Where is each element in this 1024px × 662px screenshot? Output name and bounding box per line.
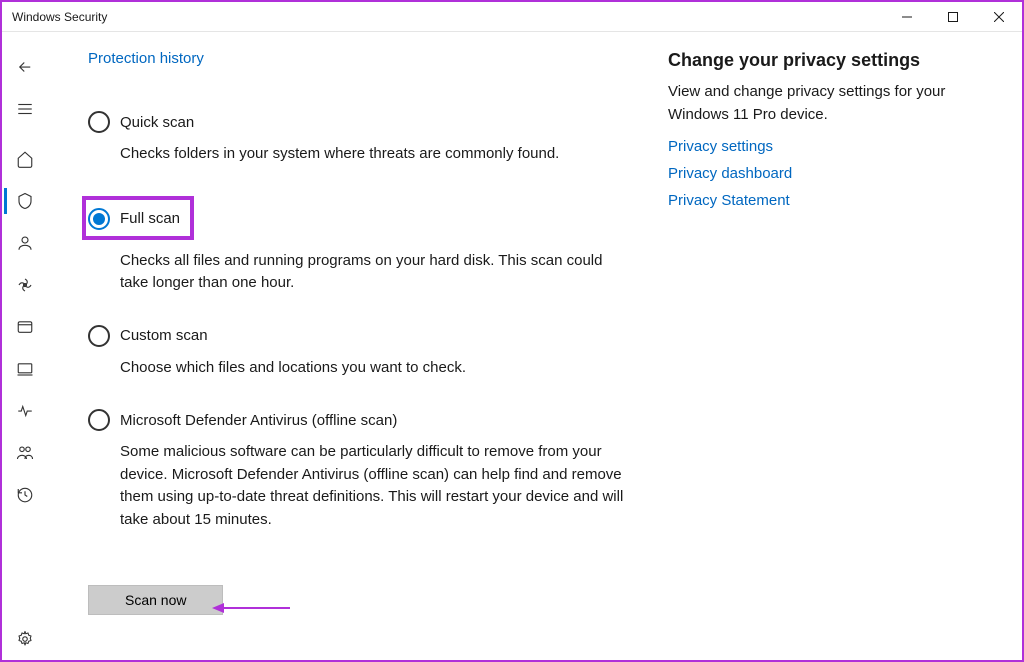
back-button[interactable] — [4, 46, 46, 88]
radio-description: Checks all files and running programs on… — [120, 250, 628, 295]
scan-option-full: Full scan Checks all files and running p… — [88, 196, 628, 295]
titlebar: Windows Security — [2, 2, 1022, 32]
device-security-icon[interactable] — [4, 348, 46, 390]
close-button[interactable] — [976, 3, 1022, 31]
protection-history-link[interactable]: Protection history — [88, 50, 204, 67]
radio-label: Quick scan — [120, 114, 194, 131]
privacy-heading: Change your privacy settings — [668, 50, 948, 71]
privacy-statement-link[interactable]: Privacy Statement — [668, 192, 948, 209]
account-protection-icon[interactable] — [4, 222, 46, 264]
radio-description: Choose which files and locations you wan… — [120, 357, 628, 380]
privacy-description: View and change privacy settings for you… — [668, 81, 948, 126]
highlight-annotation: Full scan — [82, 196, 194, 240]
home-icon[interactable] — [4, 138, 46, 180]
virus-protection-icon[interactable] — [4, 180, 46, 222]
radio-custom-scan[interactable] — [88, 325, 110, 347]
radio-offline-scan[interactable] — [88, 409, 110, 431]
main-panel: Protection history Quick scan Checks fol… — [48, 34, 658, 660]
scan-option-custom: Custom scan Choose which files and locat… — [88, 325, 628, 380]
content-area: Protection history Quick scan Checks fol… — [48, 34, 1022, 660]
scan-now-button[interactable]: Scan now — [88, 585, 223, 615]
radio-full-scan[interactable] — [88, 208, 110, 230]
radio-description: Checks folders in your system where thre… — [120, 143, 628, 166]
app-browser-icon[interactable] — [4, 306, 46, 348]
privacy-settings-link[interactable]: Privacy settings — [668, 138, 948, 155]
family-options-icon[interactable] — [4, 432, 46, 474]
radio-label: Custom scan — [120, 327, 208, 344]
menu-button[interactable] — [4, 88, 46, 130]
scan-option-offline: Microsoft Defender Antivirus (offline sc… — [88, 409, 628, 531]
privacy-dashboard-link[interactable]: Privacy dashboard — [668, 165, 948, 182]
protection-history-icon[interactable] — [4, 474, 46, 516]
sidebar — [2, 34, 48, 660]
device-performance-icon[interactable] — [4, 390, 46, 432]
radio-description: Some malicious software can be particula… — [120, 441, 628, 531]
window-title: Windows Security — [12, 10, 107, 24]
maximize-button[interactable] — [930, 3, 976, 31]
radio-label: Microsoft Defender Antivirus (offline sc… — [120, 412, 397, 429]
scan-option-quick: Quick scan Checks folders in your system… — [88, 111, 628, 166]
window-controls — [884, 3, 1022, 31]
minimize-button[interactable] — [884, 3, 930, 31]
right-panel: Change your privacy settings View and ch… — [658, 34, 978, 660]
radio-label: Full scan — [120, 210, 180, 227]
settings-icon[interactable] — [4, 618, 46, 660]
radio-quick-scan[interactable] — [88, 111, 110, 133]
firewall-icon[interactable] — [4, 264, 46, 306]
